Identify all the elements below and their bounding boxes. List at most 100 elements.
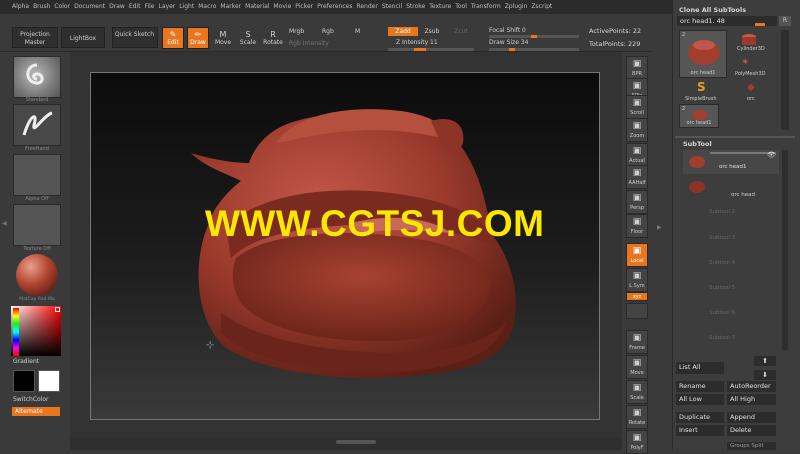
insert-button[interactable]: Insert [676,425,724,436]
menu-movie[interactable]: Movie [274,3,292,10]
tool-thumb-orc-head[interactable]: 2 orc head1 [679,30,727,78]
menu-texture[interactable]: Texture [429,3,451,10]
z-intensity-slider[interactable]: Z Intensity 11 [396,39,438,46]
zsub-button[interactable]: Zsub [421,27,443,36]
all-low-button[interactable]: All Low [676,394,724,405]
draw-size-track[interactable] [489,48,579,51]
menu-stroke[interactable]: Stroke [406,3,425,10]
subtool-active-row[interactable]: orc head1 👁 [683,150,779,174]
menu-render[interactable]: Render [356,3,377,10]
viewport-canvas[interactable] [90,72,600,420]
mrgb-button[interactable]: Mrgb [289,28,304,35]
rgb-button[interactable]: Rgb [322,28,334,35]
right-shelf-scroll-button[interactable]: ▣ Scroll [626,95,648,119]
simplebrush-icon[interactable]: S [697,80,706,94]
subtool-row-7[interactable]: Subtool 7 [683,333,777,343]
menu-tool[interactable]: Tool [455,3,467,10]
focal-shift-track[interactable] [489,35,579,38]
all-high-button[interactable]: All High [727,394,776,405]
edit-button[interactable]: ✎ Edit [162,27,184,49]
eye-icon[interactable]: 👁 [767,151,776,159]
brush-thumbnail[interactable] [13,56,61,98]
menu-light[interactable]: Light [179,3,194,10]
list-all-button[interactable]: List All [676,362,724,374]
menu-marker[interactable]: Marker [220,3,241,10]
menu-preferences[interactable]: Preferences [317,3,352,10]
menu-transform[interactable]: Transform [471,3,501,10]
move-button[interactable]: M Move [212,27,234,49]
subtool-title[interactable]: SubTool [683,140,712,148]
draw-size-slider[interactable]: Draw Size 34 [489,39,528,46]
right-shelf-aahalf-button[interactable]: ▣ AAHalf [626,165,648,189]
zadd-button[interactable]: Zadd [388,27,418,36]
hue-strip[interactable] [13,308,19,356]
subtool-row-6[interactable]: Subtool 6 [683,308,777,318]
groups-split-button[interactable]: Groups Split [727,442,776,450]
right-shelf-polyf-button[interactable]: ▣ PolyF [626,430,648,454]
right-tray-arrow-icon[interactable]: ▶ [657,224,662,231]
r-button[interactable]: R [779,16,791,26]
right-shelf-scale-button[interactable]: ▣ Scale [626,380,648,404]
secondary-color-swatch[interactable] [38,370,60,392]
projection-master-button[interactable]: Projection Master [12,27,58,48]
menu-file[interactable]: File [144,3,154,10]
delete-button[interactable]: Delete [727,425,776,436]
tool-panel-scrollbar[interactable] [781,30,789,130]
material-thumbnail[interactable] [13,254,61,296]
right-shelf-zoom-button[interactable]: ▣ Zoom [626,118,648,142]
menu-material[interactable]: Material [245,3,269,10]
menu-picker[interactable]: Picker [295,3,313,10]
menu-document[interactable]: Document [74,3,105,10]
color-cursor[interactable] [55,307,60,312]
m-button[interactable]: M [355,28,360,35]
right-shelf-bpr-button[interactable]: ▣ BPR [626,56,648,80]
menu-stencil[interactable]: Stencil [382,3,402,10]
rotate-button[interactable]: R Rotate [262,27,284,49]
right-shelf-xyz-button[interactable]: xyz [626,292,648,301]
zcut-button[interactable]: Zcut [450,27,472,36]
current-tool-slider[interactable]: orc head1. 48 [677,16,777,26]
polymesh-star-icon[interactable]: ✶ [741,57,749,68]
alternate-button[interactable]: Alternate [12,407,60,416]
texture-thumbnail[interactable] [13,204,61,246]
right-shelf-floor-button[interactable]: ▣ Floor [626,214,648,238]
right-shelf-lsym-button[interactable]: ▣ L.Sym [626,268,648,292]
right-shelf-rotate-button[interactable]: ▣ Rotate [626,405,648,429]
stroke-thumbnail[interactable] [13,104,61,146]
tool-thumb-orc-head-2[interactable]: 2 orc head1 [679,104,719,128]
bottom-tray-handle[interactable] [336,440,376,444]
main-color-swatch[interactable] [13,370,35,392]
switch-color-button[interactable]: SwitchColor [13,396,49,403]
duplicate-button[interactable]: Duplicate [676,412,724,423]
left-tray-arrow-icon[interactable]: ◀ [2,220,7,227]
right-shelf-frame-button[interactable]: ▣ Frame [626,330,648,354]
clone-all-subtools-button[interactable]: Clone All SubTools [679,6,746,14]
draw-button[interactable]: ✏ Draw [187,27,209,49]
menu-layer[interactable]: Layer [159,3,176,10]
alpha-thumbnail[interactable] [13,154,61,196]
menu-zplugin[interactable]: Zplugin [505,3,528,10]
subtool-row-5[interactable]: Subtool 5 [683,283,777,293]
menu-draw[interactable]: Draw [109,3,125,10]
rgb-intensity-slider[interactable]: Rgb Intensity [289,40,329,47]
subtool-scrollbar[interactable] [782,150,788,350]
z-intensity-track[interactable] [388,48,474,51]
subtool-row-3[interactable]: Subtool 3 [683,233,777,243]
move-down-arrow-icon[interactable]: ⬇ [754,370,776,380]
subtool-row-4[interactable]: Subtool 4 [683,258,777,268]
subtool-row-1[interactable]: orc head [683,176,779,202]
menu-macro[interactable]: Macro [198,3,216,10]
menu-color[interactable]: Color [54,3,70,10]
subtool-row-2[interactable]: Subtool 2 [683,207,777,217]
menu-edit[interactable]: Edit [129,3,141,10]
lightbox-button[interactable]: LightBox [61,27,105,48]
right-shelf-persp-button[interactable]: ▣ Persp [626,190,648,214]
right-shelf-sym-toggle-button[interactable] [626,303,648,319]
right-shelf-actual-button[interactable]: ▣ Actual [626,143,648,167]
cylinder-icon[interactable] [735,32,763,46]
menu-brush[interactable]: Brush [33,3,50,10]
gradient-label[interactable]: Gradient [13,358,39,365]
menu-zscript[interactable]: Zscript [531,3,552,10]
right-shelf-move-button[interactable]: ▣ Move [626,355,648,379]
scale-button[interactable]: S Scale [237,27,259,49]
